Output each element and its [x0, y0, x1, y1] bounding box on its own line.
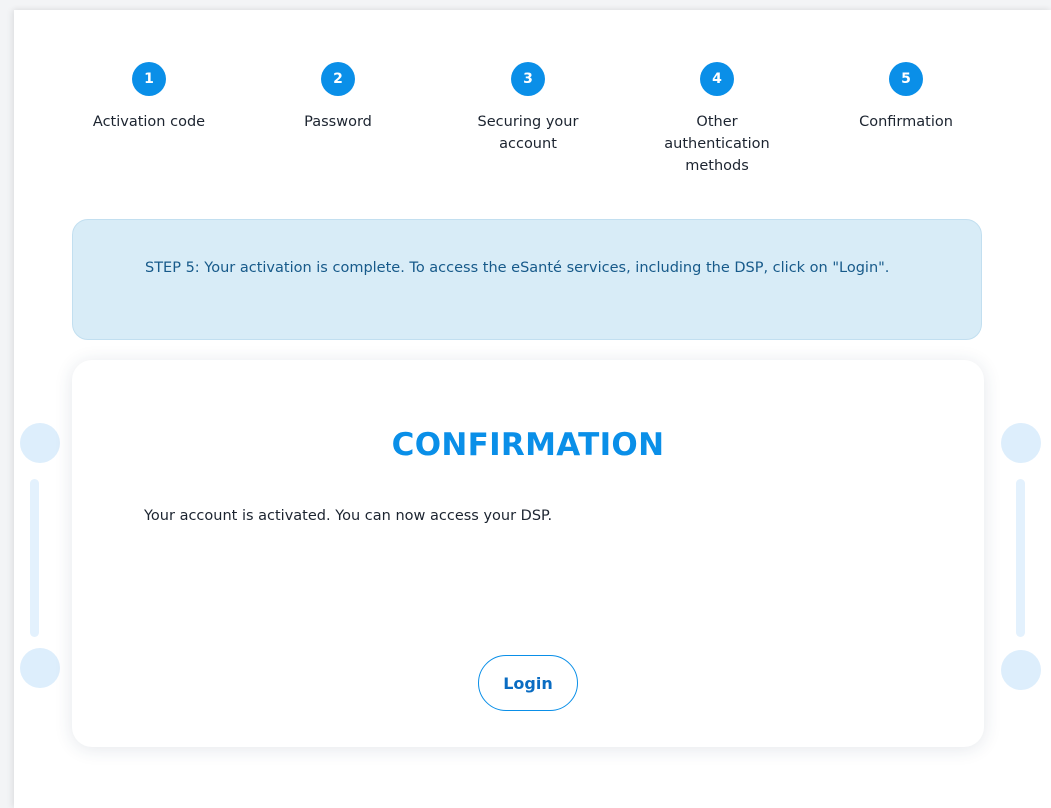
step-label: Securing your account	[477, 114, 579, 152]
step-confirmation: 5 Confirmation	[826, 62, 986, 133]
step-label: Password	[304, 114, 372, 130]
step-label: Other authentication methods	[664, 114, 770, 174]
step-number-badge: 2	[321, 62, 355, 96]
step-number-badge: 5	[889, 62, 923, 96]
decorative-bar-right	[1016, 479, 1025, 637]
info-banner: STEP 5: Your activation is complete. To …	[72, 219, 982, 340]
activation-stepper: 1 Activation code 2 Password 3 Securing …	[14, 62, 1051, 202]
login-button[interactable]: Login	[478, 655, 578, 711]
decorative-circle-right-top	[1001, 423, 1041, 463]
step-number-badge: 4	[700, 62, 734, 96]
step-number-badge: 3	[511, 62, 545, 96]
step-label: Confirmation	[859, 114, 953, 130]
step-securing-account: 3 Securing your account	[448, 62, 608, 155]
step-number-badge: 1	[132, 62, 166, 96]
confirmation-title: CONFIRMATION	[391, 427, 665, 463]
info-banner-text: STEP 5: Your activation is complete. To …	[145, 260, 890, 276]
step-label: Activation code	[92, 114, 206, 130]
decorative-bar-left	[30, 479, 39, 637]
decorative-circle-left-bottom	[20, 648, 60, 688]
step-other-authentication: 4 Other authentication methods	[637, 62, 797, 177]
decorative-circle-right-bottom	[1001, 650, 1041, 690]
step-activation-code: 1 Activation code	[69, 62, 229, 133]
confirmation-card: CONFIRMATION Your account is activated. …	[72, 360, 984, 747]
confirmation-message: Your account is activated. You can now a…	[144, 508, 553, 524]
step-password: 2 Password	[258, 62, 418, 133]
decorative-circle-left-top	[20, 423, 60, 463]
activation-page: 1 Activation code 2 Password 3 Securing …	[14, 10, 1051, 808]
